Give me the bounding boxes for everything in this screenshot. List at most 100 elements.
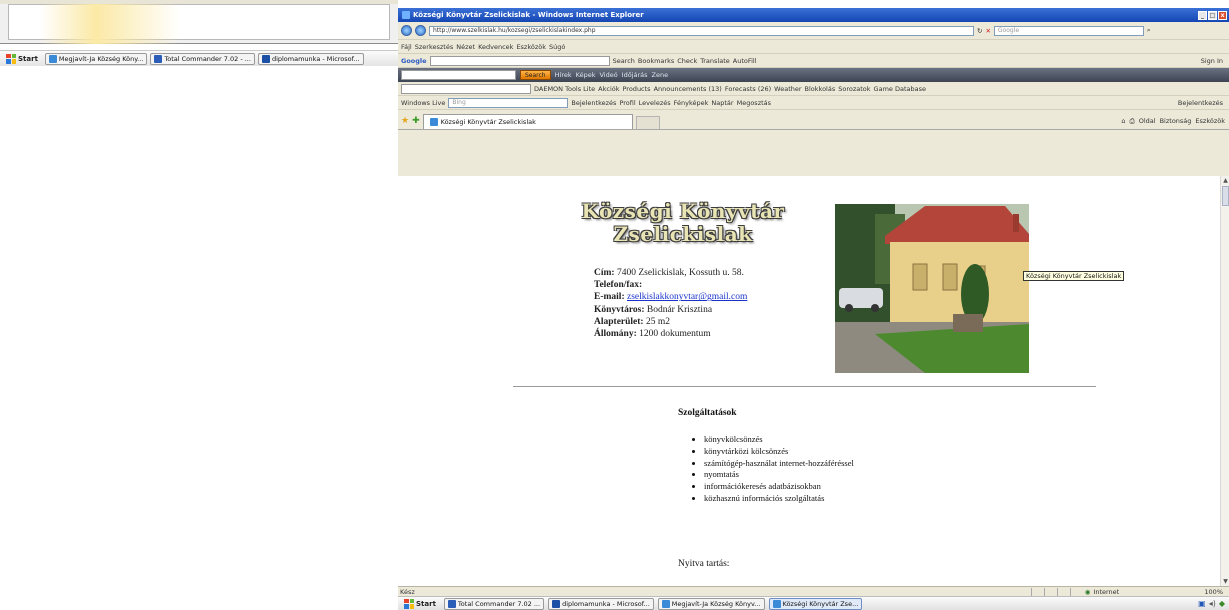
refresh-icon[interactable]: ↻ (977, 27, 982, 35)
links-item[interactable]: Forecasts (26) (725, 85, 771, 93)
library-photo-drawing (835, 204, 1029, 373)
status-bar: Kész ◉ Internet 100% (398, 586, 1229, 596)
stop-icon[interactable]: ✕ (985, 27, 990, 35)
dark-toolbar-item[interactable]: Videó (599, 71, 617, 79)
bing-search-input[interactable]: Bing (448, 97, 569, 108)
print-icon[interactable]: ⎙ (1130, 117, 1135, 126)
favorites-star-icon[interactable]: ★ (401, 116, 409, 129)
info-email-row: E-mail: zselkislakkonyvtar@gmail.com (594, 291, 747, 303)
dark-toolbar-search-button[interactable]: Search (520, 70, 551, 80)
dark-toolbar-item[interactable]: Időjárás (622, 71, 648, 79)
menu-tools[interactable]: Eszközök (516, 43, 546, 51)
ie-icon (661, 599, 670, 608)
page-icon (429, 118, 438, 126)
taskbar-button-ie-2[interactable]: Községi Könyvtár Zse... (768, 597, 863, 610)
links-item[interactable]: Sorozatok (838, 85, 870, 93)
security-icon[interactable]: ◆ (1219, 599, 1225, 608)
taskbar-button-label: Megjavít-Ja Község Köny... (58, 54, 144, 63)
windows-logo-icon (404, 598, 414, 609)
info-stock-row: Állomány: 1200 dokumentum (594, 328, 747, 340)
status-cell (1043, 587, 1056, 596)
google-signin-link[interactable]: Sign In (1201, 57, 1229, 65)
start-button[interactable]: Start (400, 598, 440, 610)
windows-logo-icon (6, 53, 16, 64)
ie-icon (48, 54, 57, 63)
command-safety[interactable]: Biztonság (1160, 117, 1192, 126)
google-translate-button[interactable]: Translate (700, 57, 730, 65)
dark-toolbar-input[interactable] (401, 70, 516, 80)
dark-toolbar-item[interactable]: Zene (652, 71, 669, 79)
live-signin-link[interactable]: Bejelentkezés (1178, 99, 1229, 107)
taskbar-button-total-commander[interactable]: Total Commander 7.02 ... (443, 597, 545, 610)
links-item[interactable]: Products (623, 85, 651, 93)
address-bar-row: http://www.szelkislak.hu/kozsegi/zselick… (398, 22, 1229, 40)
windows-live-label: Windows Live (401, 98, 446, 107)
forward-button[interactable] (415, 25, 426, 36)
back-button[interactable] (401, 25, 412, 36)
start-label: Start (18, 54, 38, 63)
vertical-scrollbar[interactable]: ▲ ▼ (1220, 176, 1229, 586)
live-item[interactable]: Profil (619, 99, 635, 107)
taskbar-button-label: Megjavít-Ja Község Könyv... (671, 599, 761, 608)
links-item[interactable]: DAEMON Tools Lite (534, 85, 595, 93)
menu-view[interactable]: Nézet (456, 43, 475, 51)
live-item[interactable]: Naptár (711, 99, 733, 107)
scroll-up-icon[interactable]: ▲ (1222, 177, 1229, 184)
minimize-icon[interactable]: _ (1198, 10, 1207, 20)
live-item[interactable]: Bejelentkezés (571, 99, 616, 107)
menu-help[interactable]: Súgó (549, 43, 565, 51)
list-item: számítógép-használat internet-hozzáférés… (704, 458, 854, 470)
close-icon[interactable]: x (1218, 10, 1227, 20)
google-toolbar: Google Search Bookmarks Check Translate … (398, 54, 1229, 68)
google-check-button[interactable]: Check (677, 57, 697, 65)
links-item[interactable]: Game Database (874, 85, 926, 93)
menu-edit[interactable]: Szerkesztés (415, 43, 453, 51)
network-icon[interactable]: ▣ (1198, 599, 1206, 608)
taskbar-button-total-commander[interactable]: Total Commander 7.02 - ... (150, 52, 255, 65)
taskbar-button-ie[interactable]: Megjavít-Ja Község Köny... (44, 52, 148, 65)
services-heading: Szolgáltatások (678, 408, 737, 418)
taskbar-button-word[interactable]: diplomamunka - Microsof... (257, 52, 364, 65)
dark-toolbar-item[interactable]: Képek (576, 71, 596, 79)
browser-search-input[interactable]: Google (993, 25, 1144, 36)
zoom-level[interactable]: 100% (1164, 588, 1229, 596)
google-search-input[interactable] (429, 55, 610, 66)
links-item[interactable]: Weather (774, 85, 801, 93)
menu-file[interactable]: Fájl (401, 43, 412, 51)
email-link[interactable]: zselkislakkonyvtar@gmail.com (627, 292, 747, 302)
live-item[interactable]: Megosztás (737, 99, 771, 107)
menu-favorites[interactable]: Kedvencek (478, 43, 513, 51)
total-commander-icon (154, 54, 163, 63)
taskbar-button-word[interactable]: diplomamunka - Microsof... (548, 597, 654, 610)
links-item[interactable]: Announcements (13) (654, 85, 722, 93)
links-item[interactable]: Blokkolás (805, 85, 836, 93)
links-item[interactable]: Akciók (598, 85, 619, 93)
new-tab-button[interactable] (635, 116, 660, 129)
add-favorites-icon[interactable]: ✚ (412, 116, 420, 129)
volume-icon[interactable]: ◂) (1209, 599, 1216, 608)
start-button[interactable]: Start (2, 53, 42, 65)
live-item[interactable]: Levelezés (639, 99, 671, 107)
library-title-line2: Zselickislak (613, 222, 753, 246)
command-page[interactable]: Oldal (1139, 117, 1156, 126)
links-toolbar-input[interactable] (401, 83, 531, 94)
taskbar-button-ie-1[interactable]: Megjavít-Ja Község Könyv... (657, 597, 765, 610)
search-icon[interactable]: ⌕ (1147, 26, 1151, 35)
list-item: könyvtárközi kölcsönzés (704, 446, 854, 458)
ie-icon (772, 599, 781, 608)
home-icon[interactable]: ⌂ (1121, 117, 1125, 126)
dark-toolbar-item[interactable]: Hírek (555, 71, 572, 79)
library-title: Községi Könyvtár Zselickislak (568, 200, 798, 246)
scrollbar-thumb[interactable] (1222, 186, 1229, 206)
info-label: Cím: (594, 268, 615, 278)
live-item[interactable]: Fényképek (674, 99, 709, 107)
google-autofill-button[interactable]: AutoFill (733, 57, 757, 65)
scroll-down-icon[interactable]: ▼ (1222, 578, 1229, 585)
google-bookmarks-button[interactable]: Bookmarks (638, 57, 674, 65)
address-input[interactable]: http://www.szelkislak.hu/kozsegi/zselick… (429, 25, 974, 36)
tab-active[interactable]: Községi Könyvtár Zselickislak (422, 114, 633, 129)
command-tools[interactable]: Eszközök (1195, 117, 1225, 126)
total-commander-icon (447, 599, 456, 608)
maximize-icon[interactable]: □ (1208, 10, 1217, 20)
google-search-button[interactable]: Search (613, 57, 635, 65)
